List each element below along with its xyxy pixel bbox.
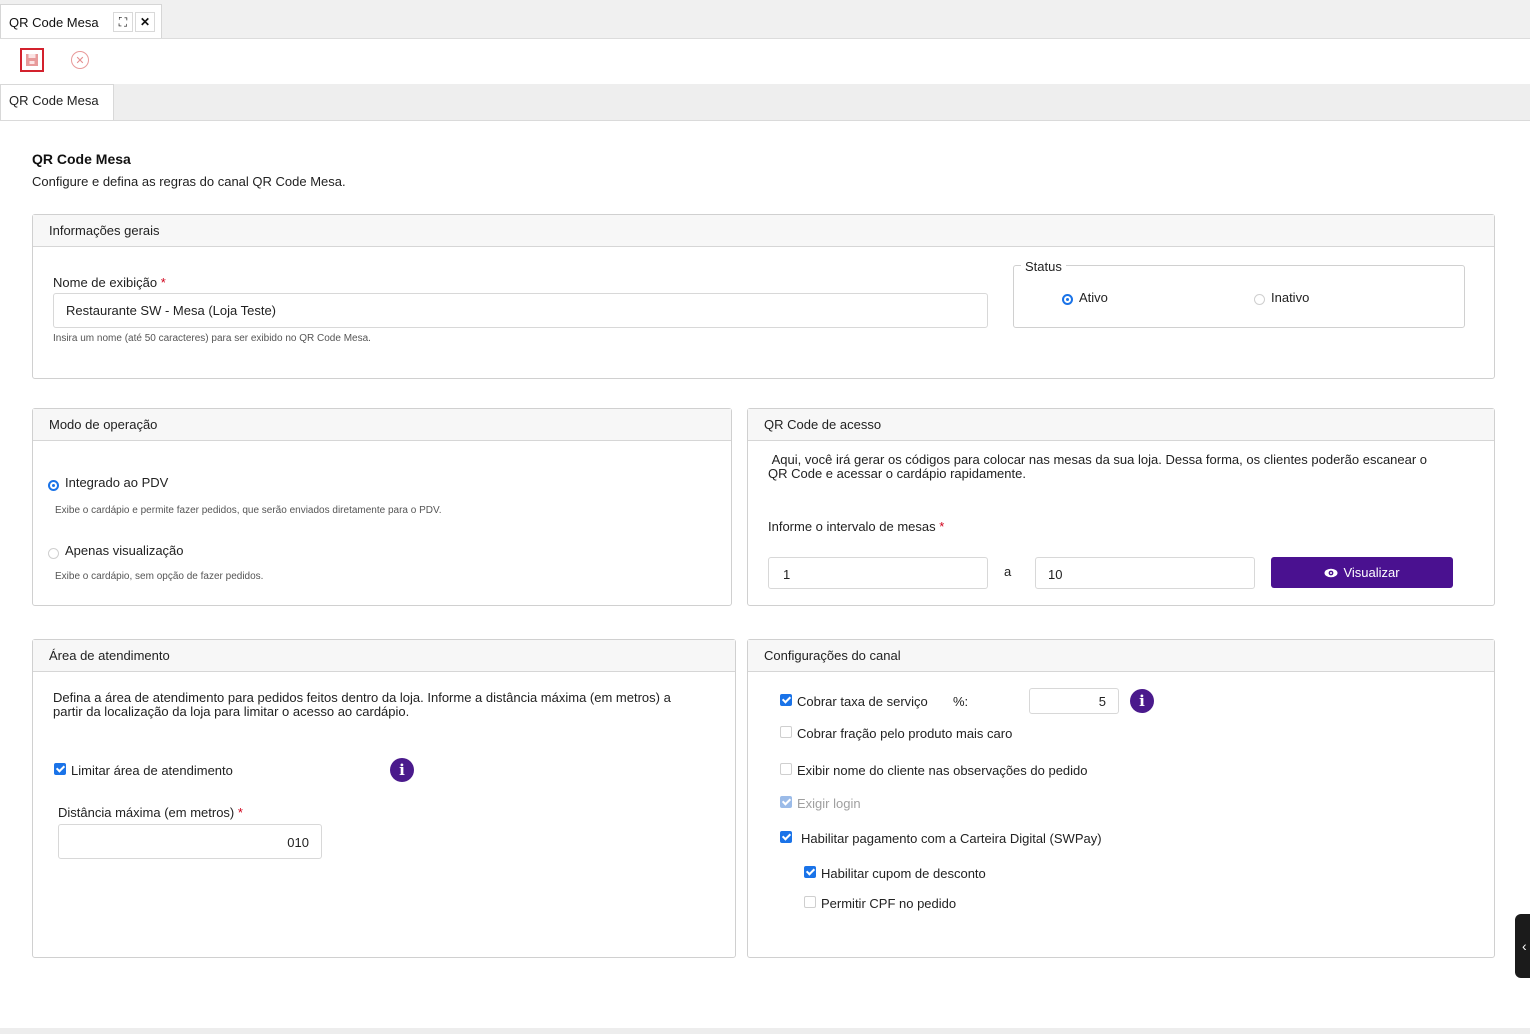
- interval-to-input[interactable]: 10: [1035, 557, 1255, 589]
- document-tab-title: QR Code Mesa: [9, 15, 99, 30]
- close-icon[interactable]: ✕: [135, 12, 155, 32]
- distance-label: Distância máxima (em metros) *: [58, 805, 243, 820]
- display-name-label: Nome de exibição *: [53, 275, 166, 290]
- service-fee-checkbox[interactable]: [780, 694, 792, 706]
- info-icon[interactable]: i: [390, 758, 414, 782]
- panel-title: Modo de operação: [49, 417, 158, 432]
- page-title: QR Code Mesa: [32, 151, 131, 167]
- status-active-label: Ativo: [1079, 290, 1108, 305]
- service-fee-input[interactable]: 5: [1029, 688, 1119, 714]
- panel-title: Informações gerais: [49, 223, 160, 238]
- interval-separator: a: [1004, 564, 1012, 579]
- fraction-label: Cobrar fração pelo produto mais caro: [797, 726, 1013, 741]
- display-name-input[interactable]: Restaurante SW - Mesa (Loja Teste): [53, 293, 988, 328]
- mode-integrated-label: Integrado ao PDV: [65, 475, 169, 490]
- panel-header: Modo de operação: [33, 409, 731, 441]
- require-login-checkbox: [780, 796, 792, 808]
- service-area-panel: Área de atendimento Defina a área de ate…: [32, 639, 736, 958]
- panel-title: QR Code de acesso: [764, 417, 882, 432]
- section-tab-bar: [0, 84, 1530, 121]
- tab-qr-code-mesa[interactable]: QR Code Mesa: [0, 84, 114, 120]
- mode-view-only-help: Exibe o cardápio, sem opção de fazer ped…: [55, 571, 264, 582]
- panel-header: Informações gerais: [33, 215, 1494, 247]
- mode-view-only-label: Apenas visualização: [65, 543, 184, 558]
- view-button[interactable]: Visualizar: [1271, 557, 1453, 588]
- require-login-label: Exigir login: [797, 796, 861, 811]
- eye-icon: [1324, 568, 1338, 577]
- save-button[interactable]: [20, 48, 44, 72]
- interval-from-input[interactable]: 1: [768, 557, 988, 589]
- window-tab-bar: [0, 0, 1530, 39]
- panel-title: Área de atendimento: [49, 648, 170, 663]
- qr-description: Aqui, você irá gerar os códigos para col…: [768, 452, 1431, 481]
- wallet-label: Habilitar pagamento com a Carteira Digit…: [801, 831, 1102, 846]
- general-info-panel: Informações gerais Nome de exibição * Re…: [32, 214, 1495, 379]
- percent-label: %:: [953, 694, 969, 709]
- footer-bar: [0, 1028, 1530, 1034]
- cancel-icon: ✕: [75, 54, 85, 67]
- tab-label: QR Code Mesa: [9, 93, 99, 108]
- document-tab[interactable]: QR Code Mesa ⛶ ✕: [0, 4, 162, 38]
- limit-area-label: Limitar área de atendimento: [71, 763, 233, 778]
- status-inactive-label: Inativo: [1271, 290, 1310, 305]
- show-name-label: Exibir nome do cliente nas observações d…: [797, 763, 1088, 778]
- interval-label: Informe o intervalo de mesas *: [768, 519, 945, 534]
- service-fee-label: Cobrar taxa de serviço: [797, 694, 928, 709]
- status-inactive-radio[interactable]: [1254, 294, 1265, 305]
- coupon-checkbox[interactable]: [804, 866, 816, 878]
- view-button-label: Visualizar: [1343, 565, 1400, 580]
- save-icon: [26, 54, 38, 66]
- cpf-label: Permitir CPF no pedido: [821, 896, 957, 911]
- coupon-label: Habilitar cupom de desconto: [821, 866, 986, 881]
- cpf-checkbox[interactable]: [804, 896, 816, 908]
- operation-mode-panel: Modo de operação Integrado ao PDV Exibe …: [32, 408, 732, 606]
- status-legend: Status: [1021, 259, 1066, 274]
- side-panel-toggle[interactable]: ‹: [1515, 914, 1530, 978]
- status-active-radio[interactable]: [1062, 294, 1073, 305]
- mode-view-only-radio[interactable]: [48, 548, 59, 559]
- area-description: Defina a área de atendimento para pedido…: [53, 690, 671, 719]
- panel-header: Área de atendimento: [33, 640, 735, 672]
- limit-area-checkbox[interactable]: [54, 763, 66, 775]
- display-name-help: Insira um nome (até 50 caracteres) para …: [53, 333, 371, 344]
- info-icon[interactable]: i: [1130, 689, 1154, 713]
- cancel-button[interactable]: ✕: [71, 51, 89, 69]
- wallet-checkbox[interactable]: [780, 831, 792, 843]
- page-subtitle: Configure e defina as regras do canal QR…: [32, 174, 346, 189]
- panel-header: Configurações do canal: [748, 640, 1494, 672]
- panel-title: Configurações do canal: [764, 648, 901, 663]
- mode-integrated-radio[interactable]: [48, 480, 59, 491]
- distance-input[interactable]: 010: [58, 824, 322, 859]
- channel-settings-panel: Configurações do canal Cobrar taxa de se…: [747, 639, 1495, 958]
- mode-integrated-help: Exibe o cardápio e permite fazer pedidos…: [55, 505, 442, 516]
- expand-icon[interactable]: ⛶: [113, 12, 133, 32]
- show-name-checkbox[interactable]: [780, 763, 792, 775]
- panel-header: QR Code de acesso: [748, 409, 1494, 441]
- chevron-left-icon: ‹: [1522, 938, 1527, 954]
- qr-access-panel: QR Code de acesso Aqui, você irá gerar o…: [747, 408, 1495, 606]
- fraction-checkbox[interactable]: [780, 726, 792, 738]
